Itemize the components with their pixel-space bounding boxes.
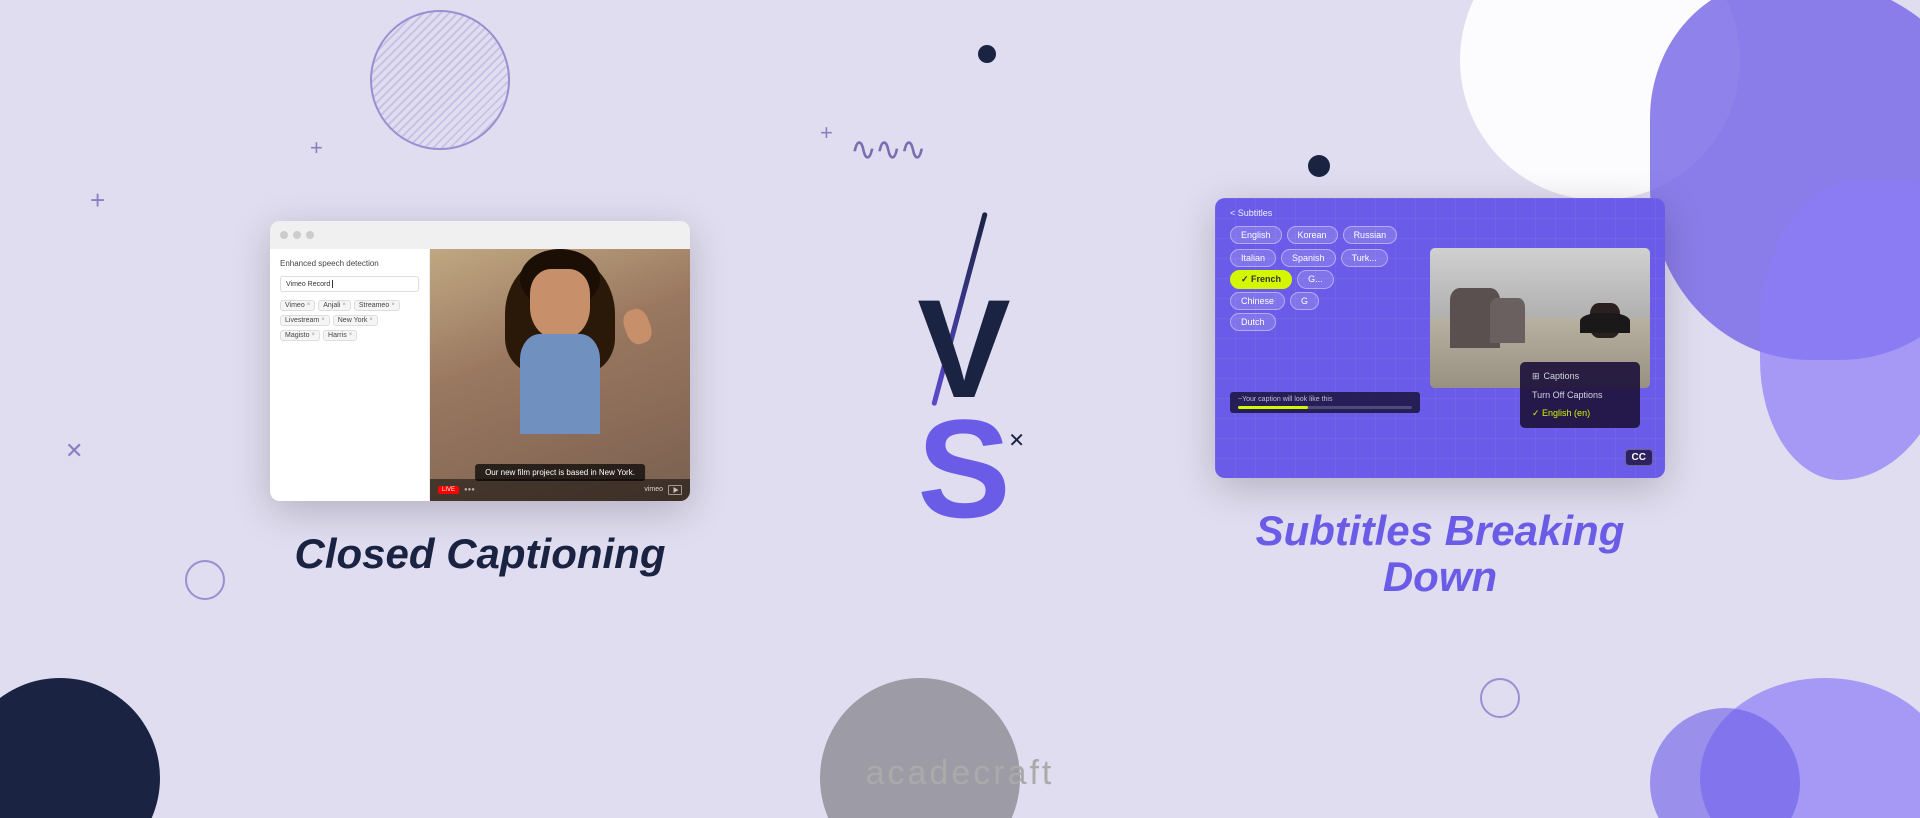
dropdown-english-en[interactable]: ✓ English (en) xyxy=(1520,404,1640,423)
caption-preview-text: ~Your caption will look like this xyxy=(1238,396,1412,403)
tag-turkish[interactable]: Turk... xyxy=(1341,249,1388,267)
tag-greek[interactable]: G xyxy=(1290,292,1319,310)
tags-row-3: Magisto× Harris× xyxy=(280,330,419,341)
tag-magisto: Magisto× xyxy=(280,330,320,341)
language-tags-row2: Italian Spanish Turk... xyxy=(1230,249,1650,267)
language-tags-row3: ✓ French G... xyxy=(1230,270,1650,289)
tags-row-2: Livestream× New York× xyxy=(280,315,419,326)
video-area: Our new film project is based in New Yor… xyxy=(430,249,690,501)
tag-vimeo: Vimeo× xyxy=(280,300,315,311)
live-badge: LIVE xyxy=(438,486,459,494)
right-panel: < Subtitles English Korean Russian Itali… xyxy=(1060,0,1820,818)
language-tags-row1: English Korean Russian xyxy=(1230,226,1650,244)
cc-badge: CC xyxy=(1625,449,1653,466)
tag-french-active[interactable]: ✓ French xyxy=(1230,270,1292,289)
tag-dutch[interactable]: Dutch xyxy=(1230,313,1276,331)
titlebar-dot-3 xyxy=(306,231,314,239)
screen-content: Enhanced speech detection Vimeo Record V… xyxy=(270,249,690,501)
caption-preview: ~Your caption will look like this xyxy=(1230,392,1420,413)
left-panel: Enhanced speech detection Vimeo Record V… xyxy=(100,0,860,818)
speech-detection-label: Enhanced speech detection xyxy=(280,259,419,268)
tag-italian[interactable]: Italian xyxy=(1230,249,1276,267)
speech-detection-panel: Enhanced speech detection Vimeo Record V… xyxy=(270,249,430,501)
tag-english[interactable]: English xyxy=(1230,226,1282,244)
brand-logo: acadecraft xyxy=(866,754,1055,793)
screen-titlebar xyxy=(270,221,690,249)
caption-progress-fill xyxy=(1238,406,1308,409)
tag-anjali: Anjali× xyxy=(318,300,351,311)
right-mock-screen: < Subtitles English Korean Russian Itali… xyxy=(1215,198,1665,478)
subtitle-panel: < Subtitles English Korean Russian Itali… xyxy=(1215,198,1665,341)
titlebar-dot-1 xyxy=(280,231,288,239)
tag-harris: Harris× xyxy=(323,330,357,341)
caption-dropdown: ⊞Captions Turn Off Captions ✓ English (e… xyxy=(1520,362,1640,428)
dropdown-turn-off[interactable]: Turn Off Captions xyxy=(1520,386,1640,404)
tag-newyork: New York× xyxy=(333,315,378,326)
vs-divider: V S xyxy=(860,0,1060,818)
caption-progress-bar xyxy=(1238,406,1412,409)
tag-spanish[interactable]: Spanish xyxy=(1281,249,1336,267)
titlebar-dot-2 xyxy=(293,231,301,239)
tags-row-1: Vimeo× Anjali× Streameo× xyxy=(280,300,419,311)
tag-streameo: Streameo× xyxy=(354,300,400,311)
left-mock-screen: Enhanced speech detection Vimeo Record V… xyxy=(270,221,690,501)
tag-livestream: Livestream× xyxy=(280,315,330,326)
tag-german[interactable]: G... xyxy=(1297,270,1334,289)
right-section-title: Subtitles Breaking Down xyxy=(1256,508,1625,600)
tag-russian[interactable]: Russian xyxy=(1343,226,1398,244)
search-input-mock: Vimeo Record xyxy=(280,276,419,292)
language-tags-row4: Chinese G xyxy=(1230,292,1650,310)
tag-chinese[interactable]: Chinese xyxy=(1230,292,1285,310)
tag-korean[interactable]: Korean xyxy=(1287,226,1338,244)
video-bottom-bar: LIVE ●●● vimeo xyxy=(430,479,690,501)
vs-text: V S xyxy=(917,279,1002,539)
left-section-title: Closed Captioning xyxy=(295,531,666,577)
language-tags-row5: Dutch xyxy=(1230,313,1650,331)
subtitle-back-label: < Subtitles xyxy=(1230,208,1650,218)
dropdown-captions[interactable]: ⊞Captions xyxy=(1520,367,1640,386)
